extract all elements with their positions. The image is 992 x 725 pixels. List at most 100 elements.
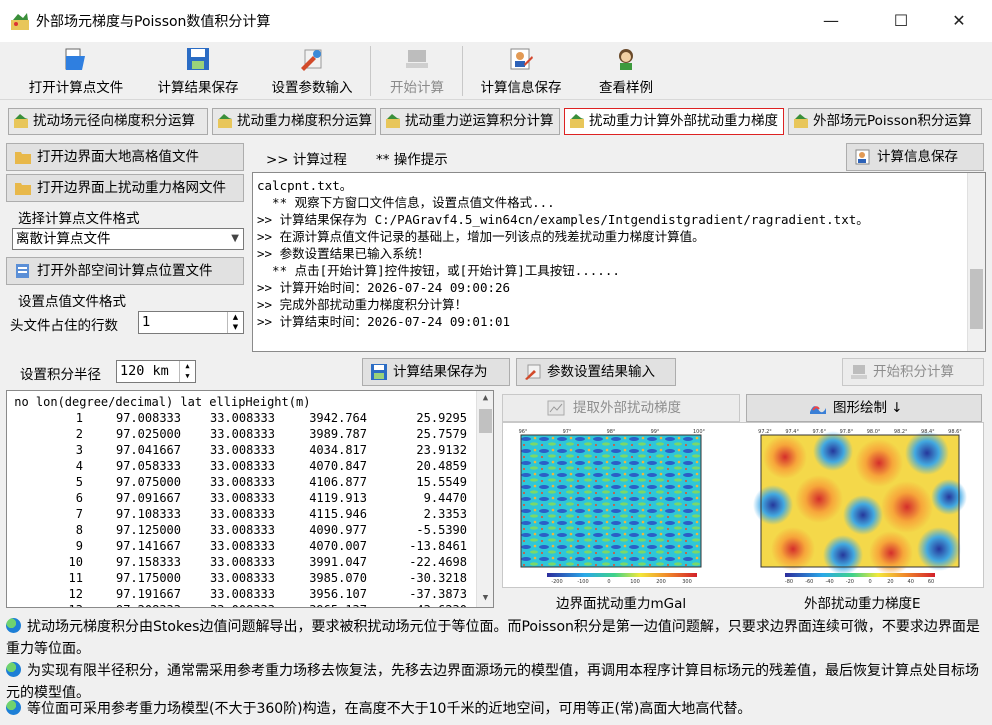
table-cell: 33.008333 — [187, 603, 275, 607]
table-cell: 4070.007 — [309, 539, 367, 553]
compute-icon — [851, 365, 867, 379]
table-cell: 8 — [75, 523, 83, 537]
globe-icon — [6, 700, 21, 715]
table-cell: 97.125000 — [115, 523, 181, 537]
tab-process-log[interactable]: >> 计算过程 — [266, 148, 347, 168]
maximize-button[interactable]: ☐ — [878, 0, 924, 42]
boundary-gravity-map: 96° 97° 98° 99° 100° -200 -100 0 100 200 300 — [519, 429, 706, 585]
table-cell: 97.041667 — [115, 443, 181, 457]
save-info-toolbar-button[interactable]: 计算信息保存 — [470, 42, 572, 100]
tick-label: 99° — [651, 429, 660, 435]
tab-poisson[interactable]: 外部场元Poisson积分运算 — [788, 108, 982, 135]
globe-icon — [6, 662, 21, 677]
radius-label: 设置积分半径 — [20, 367, 101, 383]
tick-label: 96° — [519, 429, 528, 435]
table-cell: 97.008333 — [115, 411, 181, 425]
log-output[interactable]: calcpnt.txt。 ** 观察下方窗口文件信息，设置点值文件格式... >… — [252, 172, 986, 352]
stepper-arrows[interactable]: ▲ ▼ — [227, 312, 243, 333]
toolbar-separator — [370, 46, 371, 96]
tick-label: 100° — [693, 429, 706, 435]
tick-label: 60 — [928, 579, 934, 585]
table-cell: 33.008333 — [209, 491, 275, 505]
toolbar-separator — [462, 46, 463, 96]
tick-label: 97.2° — [758, 429, 772, 435]
param-input-button[interactable]: 参数设置结果输入 — [516, 358, 676, 386]
scroll-up-icon[interactable]: ▲ — [477, 393, 493, 403]
radius-stepper[interactable]: 120 km ▲ ▼ — [116, 360, 196, 383]
table-cell: 33.008333 — [209, 587, 275, 601]
data-table[interactable]: no lon(degree/decimal) lat ellipHeight(m… — [6, 390, 494, 608]
table-cell: 6 — [75, 491, 83, 505]
tab-external-gradient[interactable]: 扰动重力计算外部扰动重力梯度 — [564, 108, 784, 135]
header-rows-stepper[interactable]: 1 ▲ ▼ — [138, 311, 244, 334]
open-points-file-button[interactable]: 打开计算点文件 — [14, 42, 138, 100]
colorbar-gravity — [547, 573, 697, 577]
save-info-button[interactable]: 计算信息保存 — [846, 143, 984, 171]
external-gradient-map: 97.2° 97.4° 97.6° 97.8° 98.0° 98.2° 98.4° 98.6°… — [753, 429, 967, 585]
set-params-button[interactable]: 设置参数输入 — [262, 42, 362, 100]
table-row: 2 97.025000 33.008333 3989.787 25.7579 — [7, 427, 477, 443]
table-cell: 2 — [75, 427, 83, 441]
table-cell: 25.7579 — [416, 427, 467, 441]
table-row: 11 97.175000 33.008333 3985.070 -30.3218 — [7, 571, 477, 587]
open-points-position-button[interactable]: 打开外部空间计算点位置文件 — [6, 257, 244, 285]
tick-label: -60 — [805, 579, 813, 585]
settings-icon — [525, 364, 541, 380]
tick-label: 98.6° — [948, 429, 962, 435]
table-cell: 33.008333 — [209, 427, 275, 441]
window-title: 外部场元梯度与Poisson数值积分计算 — [36, 14, 271, 30]
stepper-arrows[interactable]: ▲ ▼ — [179, 361, 195, 382]
table-cell: 4106.877 — [309, 475, 367, 489]
tick-label: 97.6° — [812, 429, 826, 435]
log-scrollbar[interactable] — [967, 173, 985, 351]
scroll-down-icon[interactable]: ▼ — [477, 593, 493, 603]
tick-label: 200 — [656, 579, 666, 585]
table-cell: 3 — [75, 443, 83, 457]
table-cell: 7 — [75, 507, 83, 521]
tab-gravity-inverse[interactable]: 扰动重力逆运算积分计算 — [380, 108, 560, 135]
notes-panel: 扰动场元梯度积分由Stokes边值问题解导出，要求被积扰动场元位于等位面。而Po… — [6, 610, 986, 722]
save-results-button[interactable]: 计算结果保存 — [146, 42, 250, 100]
tick-label: 98.0° — [867, 429, 881, 435]
tab-gravity-gradient[interactable]: 扰动重力梯度积分运算 — [212, 108, 376, 135]
start-integration-button[interactable]: 开始积分计算 — [842, 358, 984, 386]
table-cell: 15.5549 — [416, 475, 467, 489]
note-item: 等位面可采用参考重力场模型(不大于360阶)构造，在高度不大于10千米的近地空间… — [6, 698, 986, 720]
table-cell: 3989.787 — [309, 427, 367, 441]
tick-label: 300 — [682, 579, 692, 585]
table-cell: 97.075000 — [115, 475, 181, 489]
header-rows-label: 头文件占住的行数 — [10, 318, 118, 334]
scrollbar-thumb[interactable] — [479, 409, 492, 433]
tick-label: 98.2° — [894, 429, 908, 435]
table-cell: 23.9132 — [416, 443, 467, 457]
table-cell: 97.175000 — [115, 571, 181, 585]
table-cell: 10 — [68, 555, 83, 569]
plot-graph-button[interactable]: 图形绘制 ↓ — [746, 394, 982, 422]
tab-icon — [794, 114, 808, 128]
table-cell: 4115.946 — [309, 507, 367, 521]
view-samples-button[interactable]: 查看样例 — [588, 42, 664, 100]
scrollbar-thumb[interactable] — [970, 269, 983, 329]
tab-radial-gradient[interactable]: 扰动场元径向梯度积分运算 — [8, 108, 208, 135]
extract-gradient-button[interactable]: 提取外部扰动梯度 — [502, 394, 740, 422]
table-header: no lon(degree/decimal) lat ellipHeight(m… — [7, 395, 311, 409]
save-as-button[interactable]: 计算结果保存为 — [362, 358, 510, 386]
open-file-icon — [65, 48, 85, 70]
table-cell: 33.008333 — [209, 459, 275, 473]
table-row: 8 97.125000 33.008333 4090.977 -5.5390 — [7, 523, 477, 539]
table-cell: 5 — [75, 475, 83, 489]
point-format-label: 设置点值文件格式 — [18, 294, 126, 310]
minimize-button[interactable]: — — [808, 0, 854, 42]
close-button[interactable]: ✕ — [936, 0, 982, 42]
start-compute-button[interactable]: 开始计算 — [378, 42, 456, 100]
select-format-label: 选择计算点文件格式 — [18, 211, 140, 227]
map-panel: 96° 97° 98° 99° 100° -200 -100 0 100 200 300 — [502, 422, 984, 588]
open-boundary-gravity-button[interactable]: 打开边界面上扰动重力格网文件 — [6, 174, 244, 202]
table-scrollbar[interactable]: ▲ ▼ — [476, 391, 493, 607]
table-cell: 4119.913 — [309, 491, 367, 505]
tab-icon — [570, 114, 584, 128]
format-select[interactable]: 离散计算点文件 ▼ — [12, 228, 244, 250]
tab-operation-tips[interactable]: ** 操作提示 — [376, 148, 448, 168]
open-boundary-height-button[interactable]: 打开边界面大地高格值文件 — [6, 143, 244, 171]
folder-icon — [15, 152, 31, 164]
